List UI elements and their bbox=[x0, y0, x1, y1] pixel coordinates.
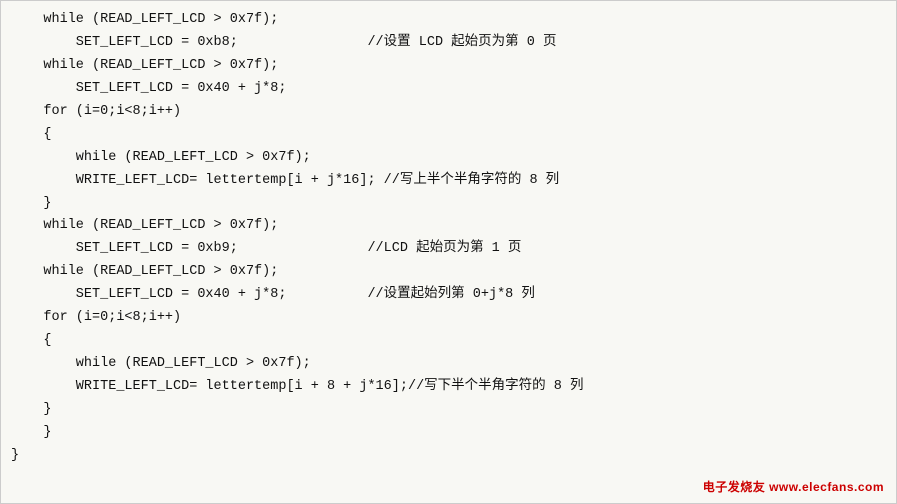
code-line: { bbox=[11, 124, 886, 147]
code-line: while (READ_LEFT_LCD > 0x7f); bbox=[11, 147, 886, 170]
code-line: while (READ_LEFT_LCD > 0x7f); bbox=[11, 353, 886, 376]
code-line: while (READ_LEFT_LCD > 0x7f); bbox=[11, 55, 886, 78]
code-line: { bbox=[11, 330, 886, 353]
watermark: 电子发烧友 www.elecfans.com bbox=[703, 478, 884, 495]
code-line: } bbox=[11, 193, 886, 216]
code-line: while (READ_LEFT_LCD > 0x7f); bbox=[11, 9, 886, 32]
code-line: } bbox=[11, 422, 886, 445]
code-line: } bbox=[11, 399, 886, 422]
code-line: SET_LEFT_LCD = 0xb8; //设置 LCD 起始页为第 0 页 bbox=[11, 32, 886, 55]
code-line: SET_LEFT_LCD = 0x40 + j*8; //设置起始列第 0+j*… bbox=[11, 284, 886, 307]
code-line: SET_LEFT_LCD = 0x40 + j*8; bbox=[11, 78, 886, 101]
code-line: } bbox=[11, 445, 886, 468]
code-line: for (i=0;i<8;i++) bbox=[11, 307, 886, 330]
code-line: WRITE_LEFT_LCD= lettertemp[i + 8 + j*16]… bbox=[11, 376, 886, 399]
code-line: WRITE_LEFT_LCD= lettertemp[i + j*16]; //… bbox=[11, 170, 886, 193]
code-line: SET_LEFT_LCD = 0xb9; //LCD 起始页为第 1 页 bbox=[11, 238, 886, 261]
code-line: while (READ_LEFT_LCD > 0x7f); bbox=[11, 215, 886, 238]
code-content: while (READ_LEFT_LCD > 0x7f); SET_LEFT_L… bbox=[11, 9, 886, 468]
code-block: while (READ_LEFT_LCD > 0x7f); SET_LEFT_L… bbox=[0, 0, 897, 504]
code-line: for (i=0;i<8;i++) bbox=[11, 101, 886, 124]
code-line: while (READ_LEFT_LCD > 0x7f); bbox=[11, 261, 886, 284]
